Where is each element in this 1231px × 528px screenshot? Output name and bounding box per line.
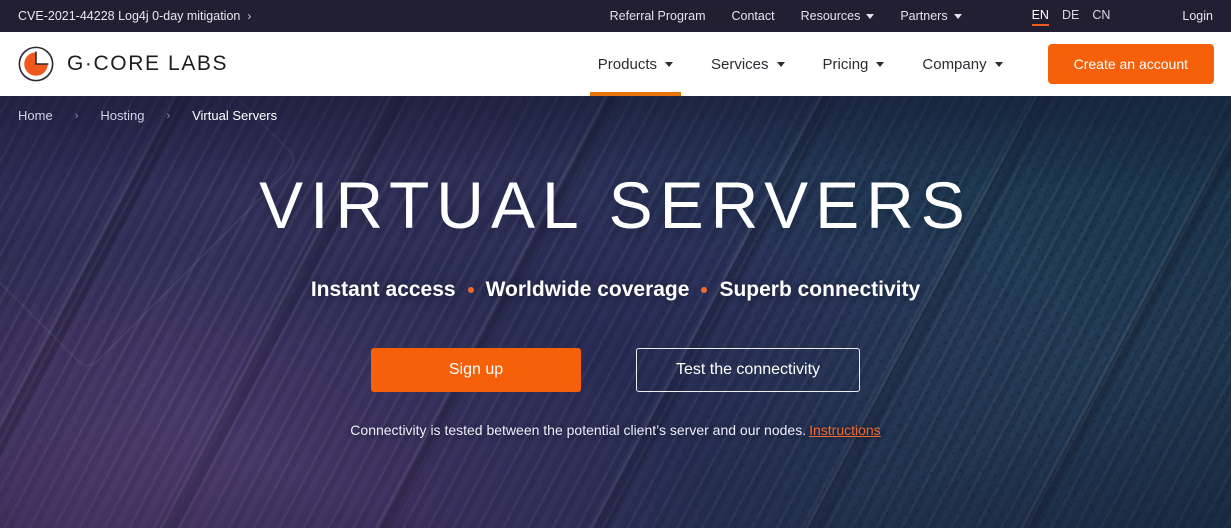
nav-item-company[interactable]: Company bbox=[903, 32, 1021, 96]
breadcrumb: Home › Hosting › Virtual Servers bbox=[0, 96, 1231, 123]
hero-subtitle-part-1: Instant access bbox=[310, 277, 456, 301]
chevron-down-icon bbox=[994, 61, 1003, 67]
topnav-label: Partners bbox=[900, 9, 948, 23]
breadcrumb-separator-icon: › bbox=[74, 109, 79, 122]
promo-banner-link[interactable]: CVE-2021-44228 Log4j 0-day mitigation › bbox=[18, 9, 251, 23]
primary-nav: Products Services Pricing Company Create… bbox=[579, 32, 1214, 96]
chevron-right-icon: › bbox=[247, 9, 252, 23]
topnav-label: Contact bbox=[731, 9, 775, 23]
top-secondary-nav: Referral Program Contact Resources Partn… bbox=[610, 8, 1213, 26]
language-option-de[interactable]: DE bbox=[1062, 8, 1079, 25]
hero-subtitle-part-2: Worldwide coverage bbox=[485, 277, 690, 301]
nav-item-products[interactable]: Products bbox=[579, 32, 692, 96]
brand-logo[interactable]: G·CORE LABS bbox=[17, 45, 228, 83]
nav-item-pricing[interactable]: Pricing bbox=[804, 32, 904, 96]
breadcrumb-separator-icon: › bbox=[166, 109, 171, 122]
topnav-label: Referral Program bbox=[609, 9, 706, 23]
chevron-down-icon bbox=[866, 13, 875, 19]
topnav-item-resources[interactable]: Resources bbox=[801, 9, 875, 23]
breadcrumb-item-current: Virtual Servers bbox=[192, 108, 278, 123]
sign-up-button[interactable]: Sign up bbox=[371, 347, 581, 392]
hero-note-text: Connectivity is tested between the poten… bbox=[350, 421, 807, 438]
language-switcher: EN DE CN bbox=[1031, 8, 1110, 26]
bullet-dot-icon bbox=[467, 286, 474, 293]
login-link[interactable]: Login bbox=[1182, 9, 1213, 23]
hero-subtitle: Instant access Worldwide coverage Superb… bbox=[0, 278, 1231, 302]
bullet-dot-icon bbox=[701, 286, 708, 293]
topnav-item-partners[interactable]: Partners bbox=[900, 9, 962, 23]
topnav-label: Resources bbox=[800, 9, 861, 23]
language-option-cn[interactable]: CN bbox=[1092, 8, 1110, 25]
nav-item-label: Services bbox=[711, 55, 769, 73]
nav-item-label: Pricing bbox=[822, 55, 869, 73]
top-utility-bar: CVE-2021-44228 Log4j 0-day mitigation › … bbox=[0, 0, 1231, 32]
nav-item-services[interactable]: Services bbox=[692, 32, 804, 96]
topnav-item-referral-program[interactable]: Referral Program bbox=[610, 9, 706, 23]
nav-item-label: Company bbox=[922, 55, 987, 73]
language-option-en[interactable]: EN bbox=[1031, 8, 1050, 26]
topnav-item-contact[interactable]: Contact bbox=[732, 9, 775, 23]
hero-note: Connectivity is tested between the poten… bbox=[0, 422, 1231, 438]
chevron-down-icon bbox=[776, 61, 785, 67]
chevron-down-icon bbox=[665, 61, 673, 67]
gcore-g-logo-icon bbox=[18, 46, 54, 82]
create-account-button[interactable]: Create an account bbox=[1047, 44, 1214, 84]
breadcrumb-item-home[interactable]: Home bbox=[18, 108, 53, 123]
chevron-down-icon bbox=[953, 13, 962, 19]
page-title: VIRTUAL SERVERS bbox=[259, 168, 972, 242]
instructions-link[interactable]: Instructions bbox=[809, 422, 881, 438]
hero-subtitle-part-3: Superb connectivity bbox=[719, 277, 921, 301]
breadcrumb-item-hosting[interactable]: Hosting bbox=[100, 108, 144, 123]
brand-name-label: G·CORE LABS bbox=[67, 52, 229, 75]
test-connectivity-button[interactable]: Test the connectivity bbox=[636, 347, 860, 392]
hero-content: VIRTUAL SERVERS Instant access Worldwide… bbox=[0, 171, 1231, 438]
chevron-down-icon bbox=[876, 61, 885, 67]
hero-section: Home › Hosting › Virtual Servers VIRTUAL… bbox=[0, 96, 1231, 528]
nav-item-label: Products bbox=[597, 55, 657, 73]
main-header: G·CORE LABS Products Services Pricing Co… bbox=[0, 32, 1231, 96]
hero-button-group: Sign up Test the connectivity bbox=[0, 347, 1231, 392]
promo-banner-label: CVE-2021-44228 Log4j 0-day mitigation bbox=[18, 9, 241, 23]
